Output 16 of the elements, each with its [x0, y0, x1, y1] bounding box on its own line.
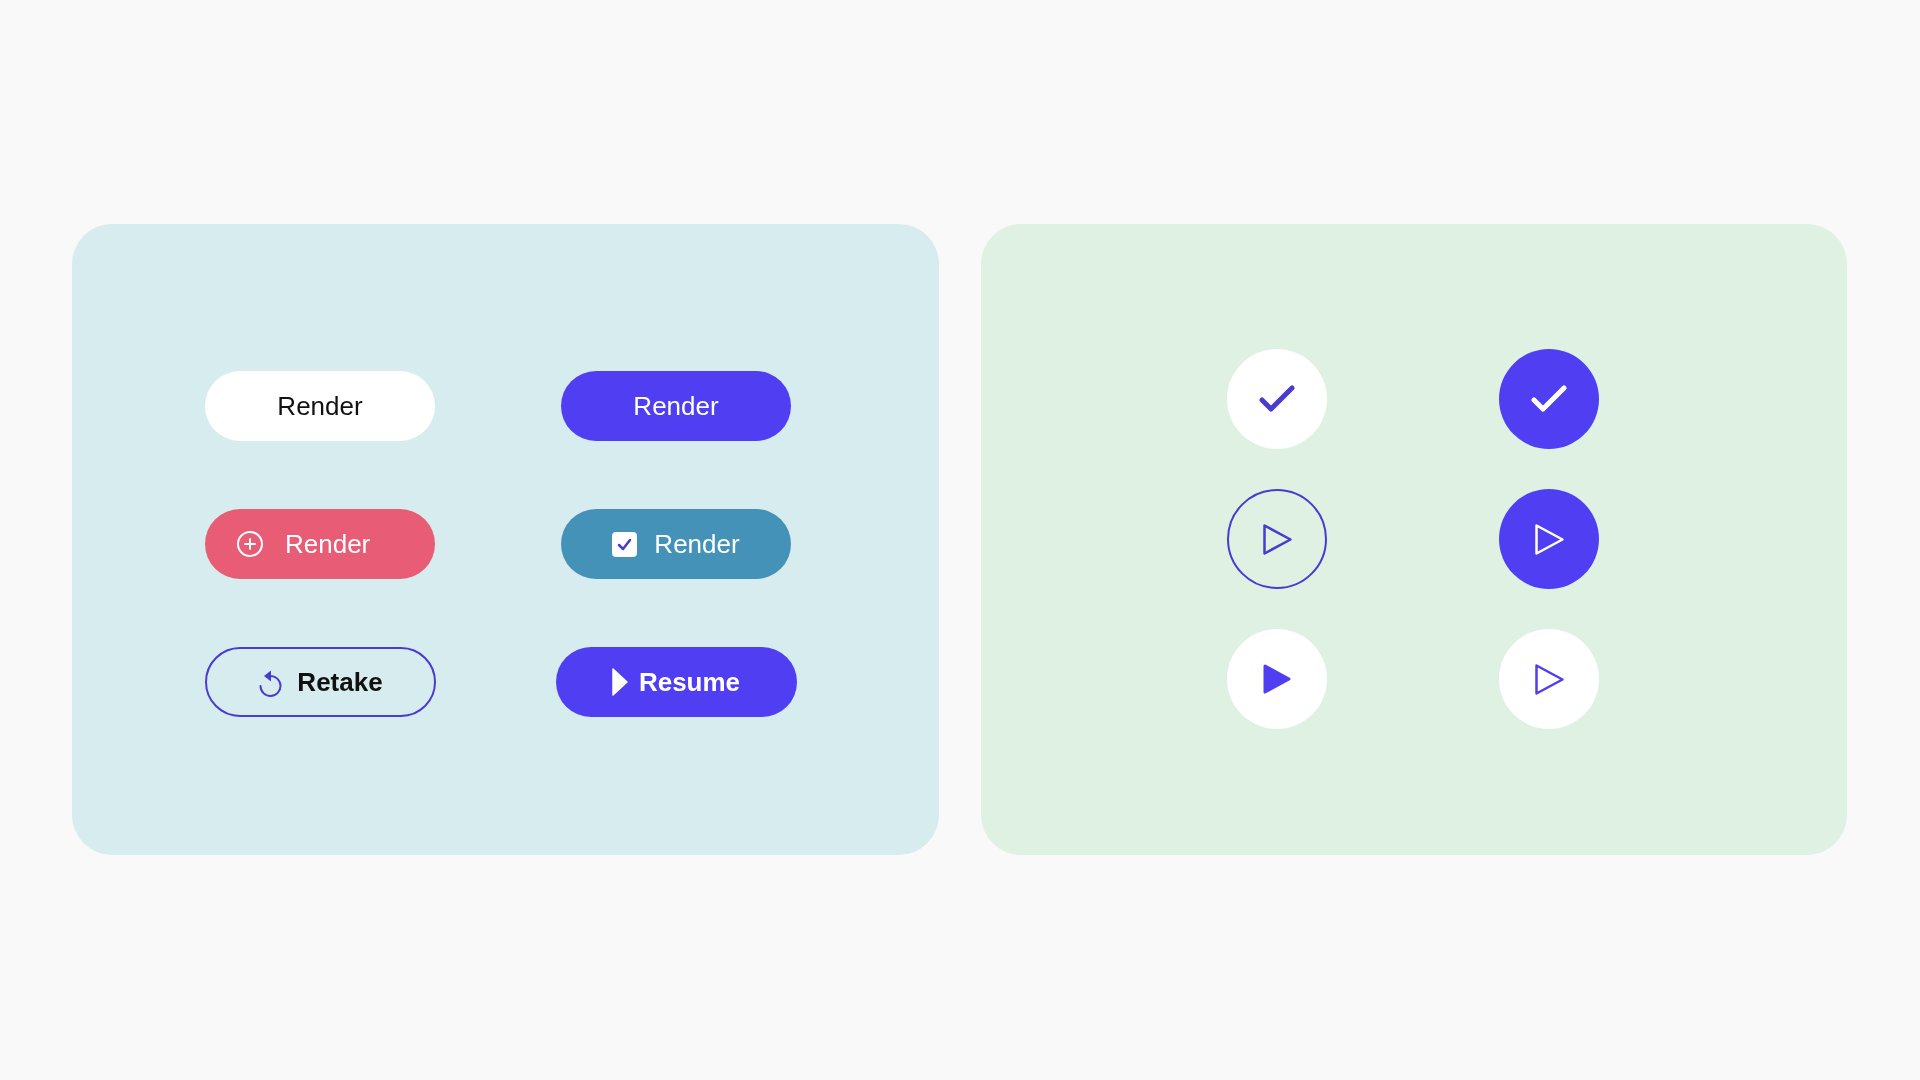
checkbox-icon[interactable]: [612, 531, 638, 557]
render-button[interactable]: Render: [205, 371, 435, 441]
render-button[interactable]: Render: [561, 371, 791, 441]
resume-button[interactable]: Resume: [555, 647, 797, 717]
plus-circle-icon: [237, 531, 263, 557]
check-icon: [1531, 385, 1567, 413]
render-button[interactable]: Render: [205, 509, 435, 579]
play-icon: [1263, 664, 1291, 694]
play-icon: [1261, 522, 1293, 556]
play-icon: [611, 668, 628, 696]
retake-button[interactable]: Retake: [204, 647, 436, 717]
play-icon: [1533, 522, 1565, 556]
play-icon: [1533, 662, 1565, 696]
play-button[interactable]: [1227, 489, 1327, 589]
render-button[interactable]: Render: [561, 509, 791, 579]
check-icon: [1259, 385, 1295, 413]
